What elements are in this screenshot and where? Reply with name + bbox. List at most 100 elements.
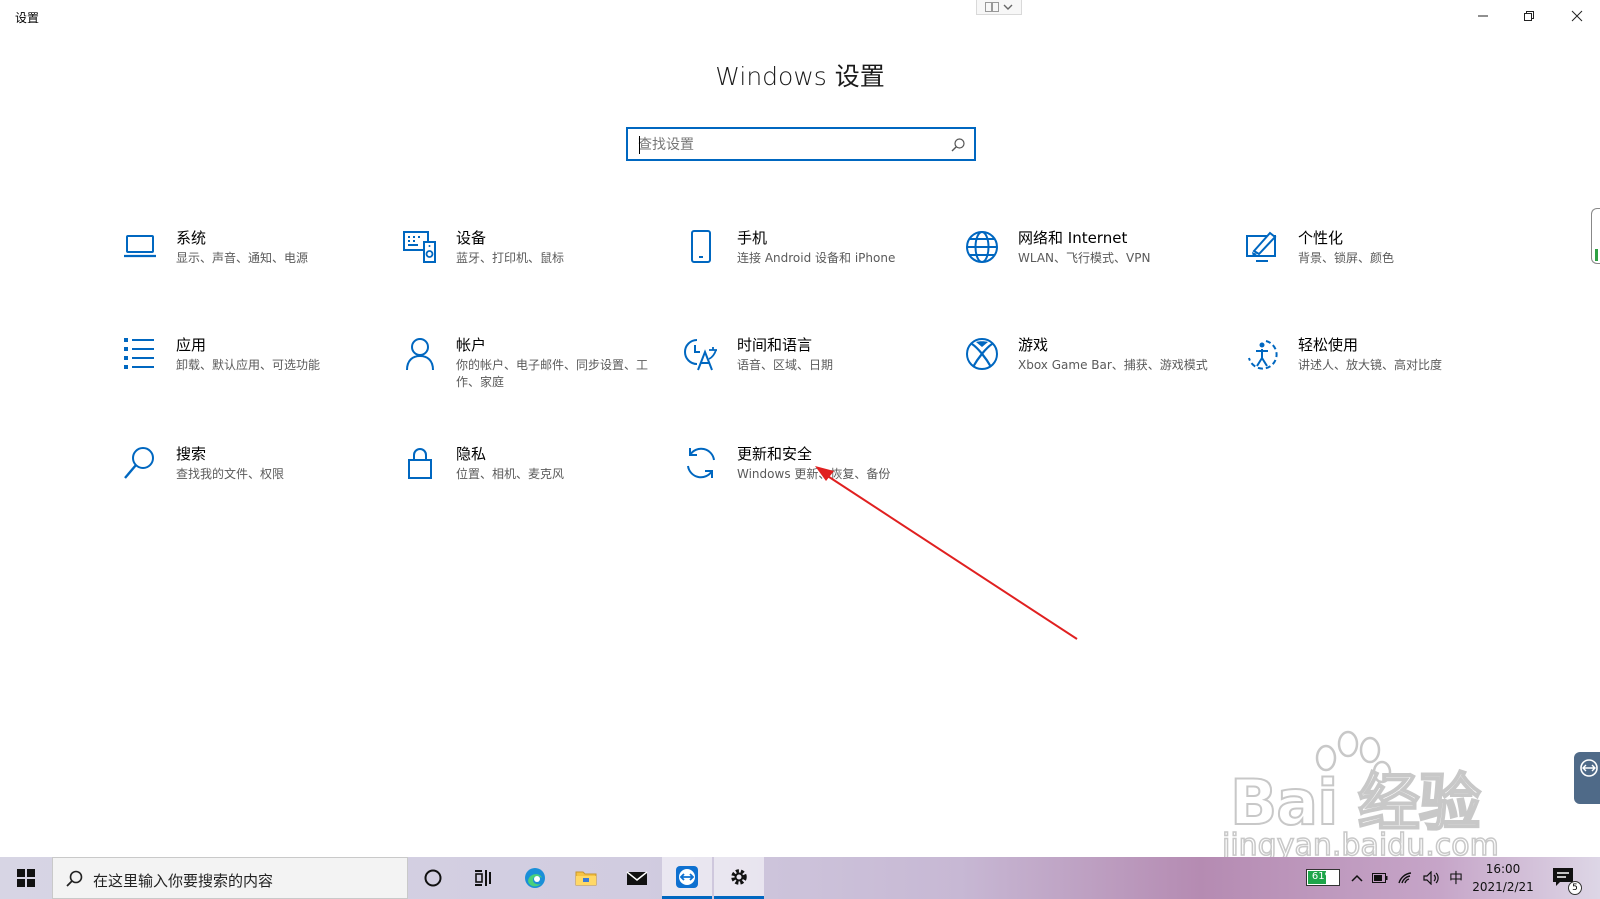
mail-button[interactable] [612, 857, 662, 899]
category-description: 位置、相机、麦克风 [456, 467, 565, 481]
title-bar: 设置 [0, 0, 1600, 34]
action-center-button[interactable]: 5 [1552, 867, 1582, 895]
window-title: 设置 [15, 11, 40, 25]
category-title: 个性化 [1298, 229, 1344, 247]
close-button[interactable] [1554, 0, 1600, 32]
baidu-jingyan-watermark: Bai 经验 jingyan.baidu.com [1221, 728, 1522, 868]
category-title: 系统 [176, 229, 207, 247]
settings-button[interactable] [714, 857, 764, 899]
show-hidden-icons-button[interactable] [1346, 857, 1368, 899]
category-title: 时间和语言 [737, 336, 813, 354]
time-language-icon [683, 336, 719, 372]
ease-of-access-icon [1244, 336, 1280, 372]
task-view-button[interactable] [458, 857, 508, 899]
settings-search-box[interactable] [626, 127, 976, 161]
category-time-language[interactable]: 时间和语言 语音、区域、日期 [683, 336, 953, 426]
category-description: 显示、声音、通知、电源 [176, 251, 309, 265]
category-title: 轻松使用 [1298, 336, 1359, 354]
teamviewer-side-panel[interactable] [1574, 752, 1600, 804]
lock-icon [402, 445, 438, 481]
grid-icon [985, 2, 999, 12]
minimize-icon [1478, 15, 1488, 17]
category-ease-of-access[interactable]: 轻松使用 讲述人、放大镜、高对比度 [1244, 336, 1514, 426]
restore-icon [1524, 11, 1534, 21]
wifi-button[interactable] [1394, 857, 1418, 899]
power-button[interactable] [1368, 857, 1392, 899]
file-explorer-button[interactable] [561, 857, 611, 899]
chevron-down-icon [1003, 4, 1013, 10]
start-button[interactable] [0, 857, 52, 899]
category-description: 讲述人、放大镜、高对比度 [1298, 358, 1443, 372]
teamviewer-icon [676, 865, 698, 888]
restore-button[interactable] [1506, 0, 1552, 32]
settings-window: 设置 Windows 设置 查找设置 系统 显示、声音、通知、电源 设备 蓝牙、… [0, 0, 1600, 899]
category-title: 游戏 [1018, 336, 1049, 354]
category-search[interactable]: 搜索 查找我的文件、权限 [122, 445, 392, 535]
category-description: 你的帐户、电子邮件、同步设置、工作、家庭 [456, 358, 649, 389]
mail-icon [626, 871, 648, 885]
taskbar-clock[interactable]: 16:00 2021/2/21 [1468, 860, 1538, 896]
teamviewer-button[interactable] [662, 857, 712, 899]
category-title: 帐户 [456, 336, 487, 354]
chevron-up-icon [1351, 874, 1363, 882]
category-network[interactable]: 网络和 Internet WLAN、飞行模式、VPN [964, 229, 1234, 319]
magnifier-icon [122, 445, 158, 481]
category-title: 网络和 Internet [1018, 229, 1128, 247]
category-description: 蓝牙、打印机、鼠标 [456, 251, 565, 265]
search-icon[interactable] [950, 137, 966, 153]
category-title: 设备 [456, 229, 487, 247]
volume-button[interactable] [1420, 857, 1444, 899]
category-personalization[interactable]: 个性化 背景、锁屏、颜色 [1244, 229, 1514, 319]
category-apps[interactable]: 应用 卸载、默认应用、可选功能 [122, 336, 392, 426]
battery-percent: 61% [1311, 871, 1335, 882]
settings-icon [731, 868, 747, 885]
page-title: Windows 设置 [715, 62, 885, 91]
category-description: Xbox Game Bar、捕获、游戏模式 [1018, 358, 1208, 372]
clock-date: 2021/2/21 [1472, 880, 1534, 894]
person-icon [402, 336, 438, 372]
taskbar-search-placeholder: 在这里输入你要搜索的内容 [93, 872, 274, 890]
category-system[interactable]: 系统 显示、声音、通知、电源 [122, 229, 392, 319]
task-view-icon [475, 870, 491, 886]
windows-logo-icon [17, 869, 35, 887]
wifi-icon [1398, 872, 1412, 884]
cortana-button[interactable] [408, 857, 458, 899]
category-description: 背景、锁屏、颜色 [1298, 251, 1395, 265]
category-update-security[interactable]: 更新和安全 Windows 更新、恢复、备份 [683, 445, 953, 535]
sync-icon [683, 445, 719, 481]
taskbar: 在这里输入你要搜索的内容 61% 中 16:00 2021/2/21 5 [0, 857, 1600, 899]
category-accounts[interactable]: 帐户 你的帐户、电子邮件、同步设置、工作、家庭 [402, 336, 672, 426]
edge-button[interactable] [510, 857, 560, 899]
minimize-button[interactable] [1460, 0, 1506, 32]
phone-icon [683, 229, 719, 265]
battery-indicator[interactable]: 61% [1306, 869, 1340, 886]
category-title: 手机 [737, 229, 768, 247]
paint-brush-icon [1244, 229, 1280, 265]
settings-search-input[interactable] [638, 134, 938, 156]
category-privacy[interactable]: 隐私 位置、相机、麦克风 [402, 445, 672, 535]
teamviewer-icon [1580, 759, 1598, 777]
file-explorer-icon [575, 871, 597, 886]
notification-count: 5 [1568, 881, 1582, 895]
category-description: Windows 更新、恢复、备份 [737, 467, 891, 481]
laptop-icon [122, 229, 158, 265]
category-title: 搜索 [176, 445, 207, 463]
category-description: 查找我的文件、权限 [176, 467, 285, 481]
ime-indicator[interactable]: 中 [1444, 857, 1468, 899]
xbox-icon [964, 336, 1000, 372]
category-phone[interactable]: 手机 连接 Android 设备和 iPhone [683, 229, 953, 319]
category-description: WLAN、飞行模式、VPN [1018, 251, 1151, 265]
keyboard-speaker-icon [402, 229, 438, 265]
search-icon [66, 870, 83, 887]
close-icon [1571, 10, 1583, 22]
snap-layout-handle[interactable] [976, 0, 1022, 15]
scroll-indicator[interactable] [1591, 208, 1600, 264]
category-devices[interactable]: 设备 蓝牙、打印机、鼠标 [402, 229, 672, 319]
category-gaming[interactable]: 游戏 Xbox Game Bar、捕获、游戏模式 [964, 336, 1234, 426]
taskbar-search-box[interactable]: 在这里输入你要搜索的内容 [52, 857, 408, 899]
speaker-icon [1423, 871, 1439, 885]
cortana-icon [424, 869, 442, 887]
battery-icon [1372, 873, 1388, 883]
edge-icon [525, 868, 545, 888]
category-description: 连接 Android 设备和 iPhone [737, 251, 896, 265]
